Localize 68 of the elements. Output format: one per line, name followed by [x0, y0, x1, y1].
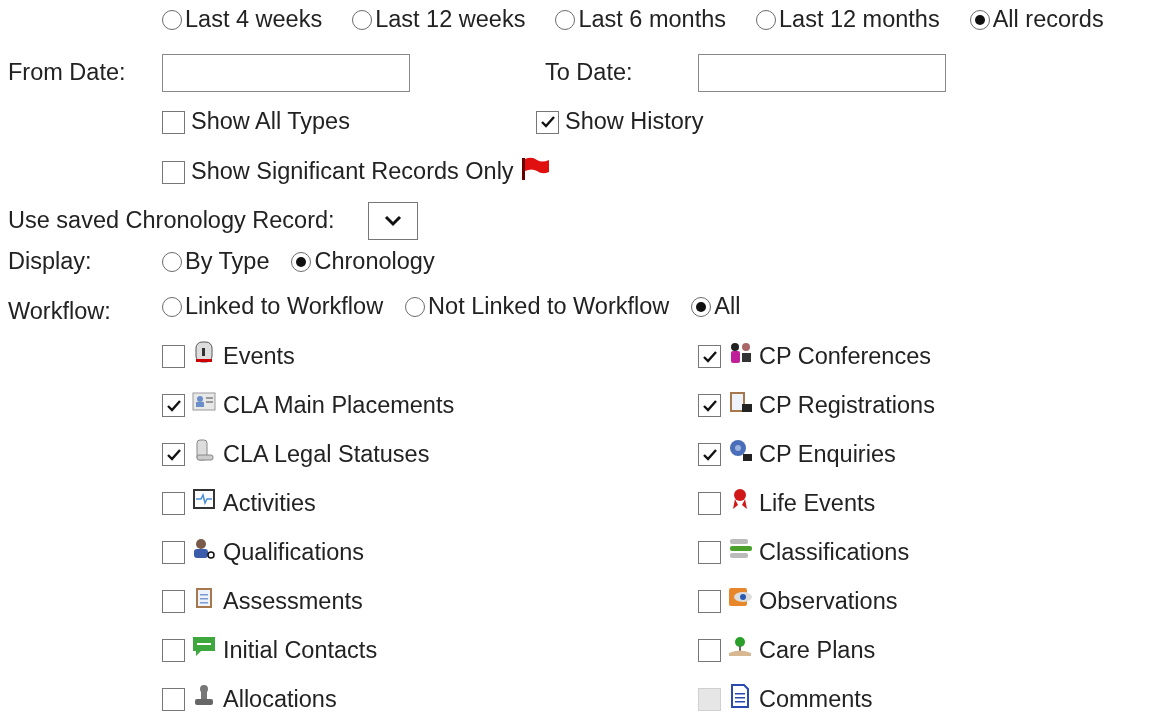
checkbox[interactable]: [162, 345, 185, 368]
checkbox-label: Assessments: [223, 589, 363, 614]
radio-label: Last 12 months: [779, 8, 940, 32]
checkbox[interactable]: [162, 590, 185, 613]
checkbox-label: Initial Contacts: [223, 638, 378, 663]
checkbox[interactable]: [698, 345, 721, 368]
radio-button[interactable]: [555, 10, 576, 30]
checkbox[interactable]: [698, 443, 721, 466]
field-label: Use saved Chronology Record:: [7, 209, 336, 233]
checkbox[interactable]: [162, 541, 185, 564]
checkbox[interactable]: [698, 492, 721, 515]
checkbox[interactable]: [162, 639, 185, 662]
checkbox-label: Show History: [565, 110, 704, 134]
radio-label: Last 12 weeks: [375, 8, 526, 32]
checkbox-label: Comments: [759, 687, 873, 712]
field-label: From Date:: [7, 61, 127, 85]
dropdown[interactable]: [368, 202, 418, 240]
checkbox[interactable]: [162, 443, 185, 466]
radio-button[interactable]: [969, 10, 990, 30]
radio-button[interactable]: [291, 252, 312, 272]
checkbox-label: Show All Types: [191, 110, 350, 134]
checkbox-label: CLA Legal Statuses: [223, 442, 430, 467]
checkbox[interactable]: [162, 160, 185, 184]
radio-button[interactable]: [756, 10, 776, 30]
checkbox-label: Classifications: [759, 540, 910, 565]
checkbox-label: Observations: [759, 589, 898, 614]
checkbox-label: Show Significant Records Only: [191, 160, 514, 184]
checkbox-label: Activities: [223, 491, 316, 516]
field-label: Display:: [7, 250, 93, 274]
field-label: Workflow:: [7, 300, 112, 324]
checkbox-label: CP Registrations: [759, 393, 935, 418]
radio-label: All records: [992, 8, 1104, 32]
radio-label: All: [714, 295, 741, 319]
radio-label: By Type: [185, 250, 270, 274]
checkbox[interactable]: [698, 394, 721, 417]
radio-button[interactable]: [352, 10, 373, 30]
chevron-down-icon: [384, 215, 402, 227]
date-field[interactable]: [698, 54, 946, 92]
checkbox[interactable]: [162, 688, 185, 711]
checkbox-label: Qualifications: [223, 540, 365, 565]
radio-button[interactable]: [691, 297, 712, 317]
radio-label: Linked to Workflow: [185, 295, 384, 319]
field-label: To Date:: [545, 61, 634, 85]
checkbox-label: CLA Main Placements: [223, 393, 455, 418]
checkbox-label: CP Conferences: [759, 344, 931, 369]
checkbox[interactable]: [698, 541, 721, 564]
checkbox-label: CP Enquiries: [759, 442, 896, 467]
checkbox[interactable]: [162, 492, 185, 515]
radio-button[interactable]: [162, 10, 182, 30]
flag-icon: [519, 156, 550, 182]
radio-label: Chronology: [314, 250, 435, 274]
radio-label: Not Linked to Workflow: [428, 295, 670, 319]
checkbox-label: Care Plans: [759, 638, 876, 663]
checkbox-label: Life Events: [759, 491, 876, 516]
checkbox[interactable]: [698, 590, 721, 613]
radio-label: Last 4 weeks: [185, 8, 323, 32]
radio-button[interactable]: [405, 297, 426, 317]
checkbox-label: Allocations: [223, 687, 337, 712]
radio-button[interactable]: [162, 252, 182, 272]
checkbox[interactable]: [162, 394, 185, 417]
checkbox[interactable]: [162, 110, 185, 134]
checkmark-icon: [539, 114, 556, 130]
radio-label: Last 6 months: [578, 8, 726, 32]
checkbox-label: Events: [223, 344, 295, 369]
checkbox[interactable]: [698, 639, 721, 662]
radio-button[interactable]: [162, 297, 182, 317]
checkbox[interactable]: [536, 110, 559, 134]
date-field[interactable]: [162, 54, 410, 92]
